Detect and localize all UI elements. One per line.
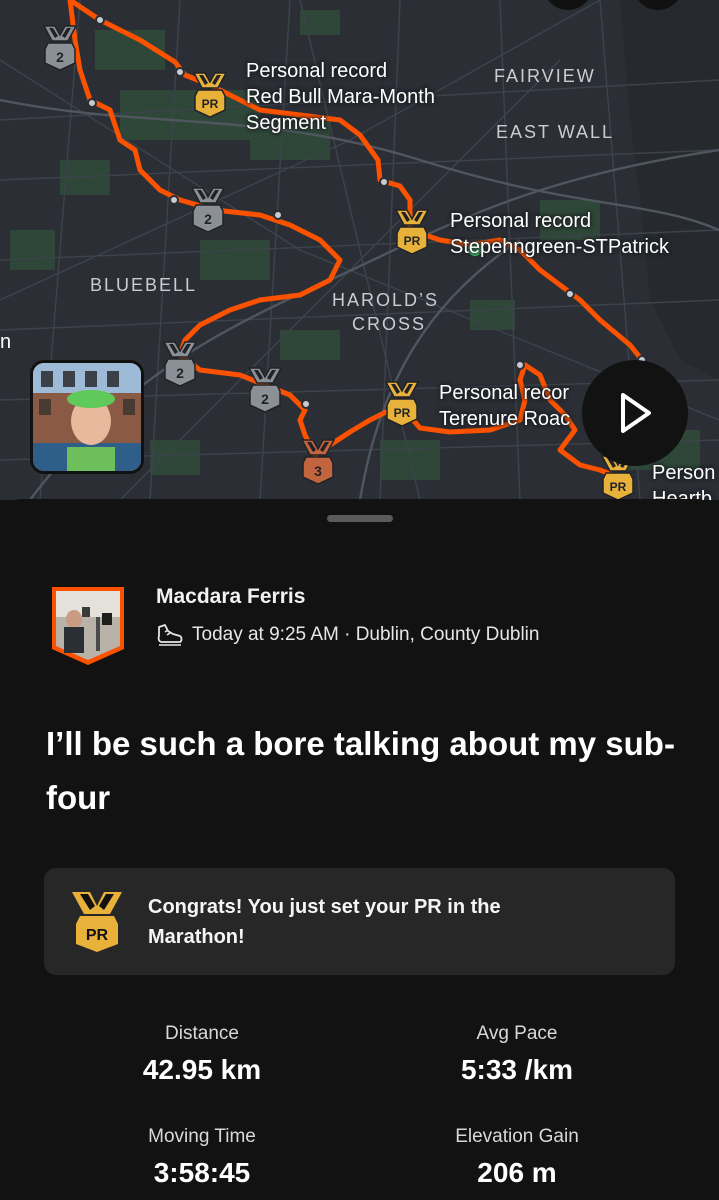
stat-value: 3:58:45 bbox=[153, 1157, 251, 1188]
segment-label-line: Person bbox=[652, 462, 716, 484]
athlete-avatar-image bbox=[52, 587, 124, 665]
segment-label[interactable]: Personal record Stepehngreen-STPatrick bbox=[450, 208, 669, 260]
segment-label-line: Personal record bbox=[450, 210, 592, 232]
sheet-grabber[interactable] bbox=[327, 515, 393, 522]
segment-medal-rank: PR bbox=[202, 97, 219, 111]
activity-meta: Today at 9:25 AM · Dublin, County Dublin bbox=[156, 623, 539, 647]
segment-label-line: Terenure Roac bbox=[439, 408, 571, 430]
activity-photo-thumbnail[interactable] bbox=[30, 360, 144, 474]
stat-label: Moving Time bbox=[148, 1126, 256, 1147]
map-area-label: CROSS bbox=[352, 314, 427, 334]
athlete-avatar[interactable] bbox=[52, 587, 124, 665]
segment-medal-rank: PR bbox=[610, 480, 627, 494]
stat-moving-time: Moving Time 3:58:45 bbox=[52, 1126, 352, 1189]
stat-value: 5:33 /km bbox=[460, 1054, 574, 1085]
segment-label-line: Personal record bbox=[246, 60, 388, 82]
map-area-label: HAROLD’S bbox=[332, 290, 440, 310]
map-area-label: BLUEBELL bbox=[90, 275, 198, 295]
segment-label[interactable]: Person Heartb bbox=[652, 460, 715, 500]
route-map[interactable]: FAIRVIEW EAST WALL BLUEBELL HAROLD’S CRO… bbox=[0, 0, 719, 500]
segment-medal-rank: 2 bbox=[204, 211, 212, 227]
pr-medal-rank: PR bbox=[86, 927, 109, 944]
play-icon bbox=[621, 393, 651, 433]
segment-medal-rank: 3 bbox=[314, 463, 322, 479]
segment-medal-icon[interactable]: 2 bbox=[186, 186, 230, 239]
athlete-name[interactable]: Macdara Ferris bbox=[156, 585, 305, 609]
map-area-label: EAST WALL bbox=[496, 122, 615, 142]
segment-label-line: Personal recor bbox=[439, 382, 570, 404]
activity-meta-text: Today at 9:25 AM · Dublin, County Dublin bbox=[192, 624, 540, 645]
pr-medal-icon: PR bbox=[72, 892, 122, 952]
segment-medal-icon[interactable]: 3 bbox=[296, 438, 340, 491]
pr-banner-text: Congrats! You just set your PR in the Ma… bbox=[148, 896, 501, 948]
stat-value: 42.95 km bbox=[142, 1054, 262, 1085]
segment-label[interactable]: Personal record Red Bull Mara-Month Segm… bbox=[246, 58, 435, 136]
map-area-label: FAIRVIEW bbox=[494, 66, 596, 86]
segment-label-line: Stepehngreen-STPatrick bbox=[450, 236, 670, 258]
segment-medal-rank: 2 bbox=[176, 365, 184, 381]
stat-label: Avg Pace bbox=[476, 1023, 558, 1044]
segment-label[interactable]: Personal recor Terenure Roac bbox=[439, 380, 570, 432]
segment-label-line: Segment bbox=[246, 112, 327, 134]
running-shoe-icon bbox=[157, 624, 183, 646]
activity-sheet: Macdara Ferris Today at 9:25 AM · Dublin… bbox=[0, 499, 719, 1200]
photo-image bbox=[33, 363, 141, 471]
segment-medal-rank: PR bbox=[394, 406, 411, 420]
activity-title: I’ll be such a bore talking about my sub… bbox=[46, 725, 675, 816]
play-flyover-button[interactable] bbox=[582, 360, 688, 466]
stat-value: 206 m bbox=[477, 1157, 557, 1188]
stat-avg-pace: Avg Pace 5:33 /km bbox=[367, 1023, 667, 1086]
pr-banner[interactable]: PR Congrats! You just set your PR in the… bbox=[44, 868, 675, 975]
stat-label: Distance bbox=[165, 1023, 239, 1044]
stat-distance: Distance 42.95 km bbox=[52, 1023, 352, 1086]
segment-medal-rank: PR bbox=[404, 234, 421, 248]
segment-medal-icon[interactable]: 2 bbox=[158, 340, 202, 393]
segment-medal-icon[interactable]: 2 bbox=[38, 24, 82, 77]
segment-medal-icon[interactable]: PR bbox=[390, 208, 434, 261]
segment-label-line: Red Bull Mara-Month bbox=[246, 86, 435, 108]
map-area-label: n bbox=[0, 331, 12, 353]
segment-medal-rank: 2 bbox=[261, 391, 269, 407]
segment-medal-icon[interactable]: PR bbox=[188, 71, 232, 124]
stat-label: Elevation Gain bbox=[455, 1126, 579, 1147]
stat-elevation-gain: Elevation Gain 206 m bbox=[367, 1126, 667, 1189]
segment-medal-rank: 2 bbox=[56, 49, 64, 65]
segment-label-line: Heartb bbox=[652, 488, 713, 500]
segment-medal-icon[interactable]: 2 bbox=[243, 366, 287, 419]
segment-medal-icon[interactable]: PR bbox=[380, 380, 424, 433]
